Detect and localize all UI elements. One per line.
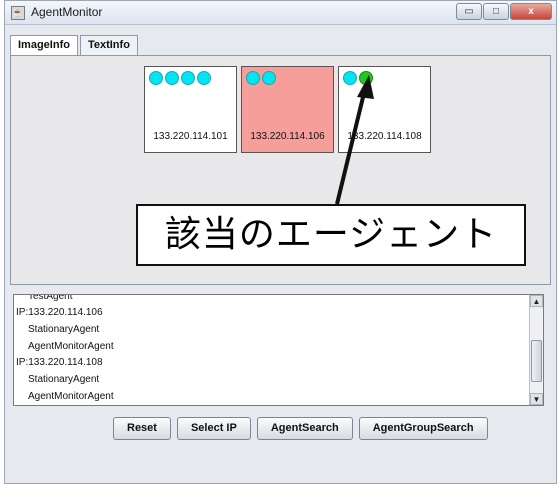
log-line: AgentMonitorAgent [28,391,114,402]
log-line: StationaryAgent [28,324,100,335]
log-line: AgentMonitorAgent [28,341,114,352]
scroll-up-icon[interactable]: ▲ [530,295,543,307]
agent-search-button[interactable]: AgentSearch [256,417,353,440]
reset-button[interactable]: Reset [113,417,171,440]
agent-monitor-window: ☕ AgentMonitor ▭ □ x ImageInfo TextInfo … [4,0,557,484]
log-line: IP:133.220.114.106 [16,307,103,318]
annotation-callout: 該当のエージェント [136,204,526,266]
scroll-down-icon[interactable]: ▼ [530,393,543,405]
vertical-scrollbar[interactable]: ▲ ▼ [529,295,543,405]
log-line: IP:133.220.114.108 [16,357,103,368]
action-button-row: Reset Select IP AgentSearch AgentGroupSe… [113,417,488,440]
scrollbar-thumb[interactable] [531,340,542,382]
log-line: TestAgent [28,294,73,302]
agent-group-search-button[interactable]: AgentGroupSearch [358,417,488,440]
select-ip-button[interactable]: Select IP [176,417,251,440]
log-line: StationaryAgent [28,374,100,385]
agent-log-textarea[interactable]: TestAgent IP:133.220.114.106 StationaryA… [13,294,544,406]
